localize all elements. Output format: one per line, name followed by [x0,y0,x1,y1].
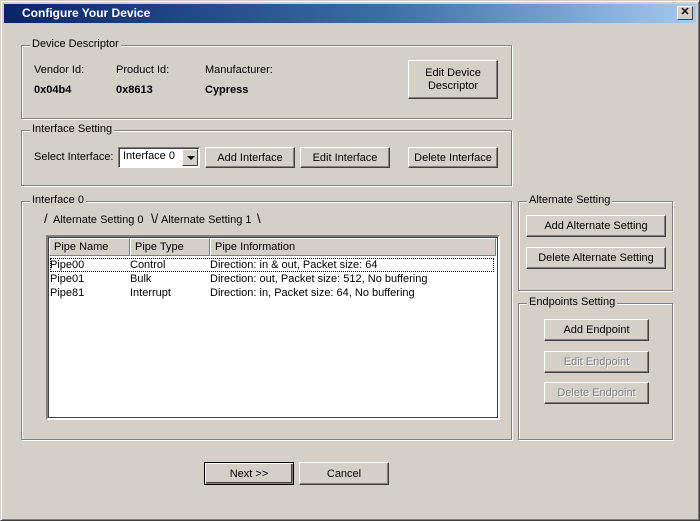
tab-edge: \ [257,211,261,226]
add-endpoint-label: Add Endpoint [563,324,630,336]
pipe-type-cell: Bulk [130,273,152,285]
pipe-info-cell: Direction: out, Packet size: 512, No buf… [210,273,428,285]
pipe-type-cell: Control [130,259,166,271]
edit-interface-button[interactable]: Edit Interface [300,147,390,168]
column-header-pipe-name-label: Pipe Name [54,241,109,253]
edit-endpoint-label: Edit Endpoint [563,356,630,368]
edit-interface-label: Edit Interface [312,151,378,164]
close-icon[interactable]: ✕ [677,6,693,20]
select-interface-dropdown[interactable]: Interface 0 [118,147,200,168]
device-descriptor-title: Device Descriptor [30,38,121,50]
tab-edge: / [44,211,48,226]
tab-alternate-setting-1-label: Alternate Setting 1 [161,214,252,226]
edit-device-descriptor-line1: Edit Device [425,66,481,79]
pipe-info-cell: Direction: in, Packet size: 64, No buffe… [210,287,415,299]
product-id-value: 0x8613 [116,84,153,96]
edit-device-descriptor-line2: Descriptor [427,79,479,92]
alternate-setting-group: Alternate Setting Add Alternate Setting … [518,194,673,291]
interface-setting-title: Interface Setting [30,123,115,135]
next-label: Next >> [229,467,269,480]
device-descriptor-group: Device Descriptor Vendor Id: 0x04b4 Prod… [21,38,512,119]
vendor-id-label: Vendor Id: [34,64,85,76]
tab-alternate-setting-1[interactable]: Alternate Setting 1 [157,212,256,230]
select-interface-value: Interface 0 [123,150,175,162]
column-header-pipe-information-label: Pipe Information [215,241,296,253]
column-header-pipe-type-label: Pipe Type [135,241,184,253]
select-interface-label: Select Interface: [34,151,114,163]
add-interface-label: Add Interface [217,151,283,164]
delete-endpoint-button[interactable]: Delete Endpoint [544,382,649,404]
column-header-pipe-name[interactable]: Pipe Name [49,238,130,256]
endpoints-setting-group: Endpoints Setting Add Endpoint Edit Endp… [518,296,673,440]
configure-device-dialog: Configure Your Device ✕ Device Descripto… [0,0,700,521]
delete-alternate-setting-button[interactable]: Delete Alternate Setting [526,247,666,269]
endpoints-setting-title: Endpoints Setting [527,296,618,308]
delete-interface-button[interactable]: Delete Interface [408,147,498,168]
next-button[interactable]: Next >> [204,462,294,485]
edit-device-descriptor-button[interactable]: Edit Device Descriptor [408,60,498,99]
column-header-pipe-information[interactable]: Pipe Information [210,238,496,256]
cancel-label: Cancel [326,467,362,480]
table-row[interactable]: Pipe00 Control Direction: in & out, Pack… [50,258,494,272]
manufacturer-value: Cypress [205,84,249,96]
delete-interface-label: Delete Interface [414,151,492,164]
chevron-down-icon[interactable] [182,149,198,166]
pipe-info-cell: Direction: in & out, Packet size: 64 [210,259,378,271]
add-alternate-setting-button[interactable]: Add Alternate Setting [526,215,666,237]
vendor-id-value: 0x04b4 [34,84,72,96]
pipe-list[interactable]: Pipe Name Pipe Type Pipe Information Pip… [46,235,500,420]
alternate-setting-title: Alternate Setting [527,194,613,206]
table-row[interactable]: Pipe01 Bulk Direction: out, Packet size:… [50,272,494,286]
add-interface-button[interactable]: Add Interface [205,147,295,168]
pipe-name-cell: Pipe00 [50,259,85,271]
manufacturer-label: Manufacturer: [205,64,273,76]
pipe-type-cell: Interrupt [130,287,171,299]
pipe-name-cell: Pipe81 [50,287,85,299]
tab-alternate-setting-0-label: Alternate Setting 0 [53,214,144,226]
delete-alternate-setting-label: Delete Alternate Setting [538,252,654,264]
interface-group: Interface 0 / Alternate Setting 0 \/ Alt… [21,194,512,440]
column-header-pipe-type[interactable]: Pipe Type [130,238,210,256]
add-alternate-setting-label: Add Alternate Setting [544,220,648,232]
tab-alternate-setting-0[interactable]: Alternate Setting 0 [49,212,148,230]
edit-endpoint-button[interactable]: Edit Endpoint [544,351,649,373]
product-id-label: Product Id: [116,64,170,76]
add-endpoint-button[interactable]: Add Endpoint [544,319,649,341]
title-bar: Configure Your Device ✕ [4,4,696,23]
interface-group-title: Interface 0 [30,194,86,206]
table-row[interactable]: Pipe81 Interrupt Direction: in, Packet s… [50,286,494,300]
delete-endpoint-label: Delete Endpoint [557,387,636,399]
interface-setting-group: Interface Setting Select Interface: Inte… [21,123,512,186]
window-title: Configure Your Device [22,6,151,20]
pipe-name-cell: Pipe01 [50,273,85,285]
cancel-button[interactable]: Cancel [299,462,389,485]
